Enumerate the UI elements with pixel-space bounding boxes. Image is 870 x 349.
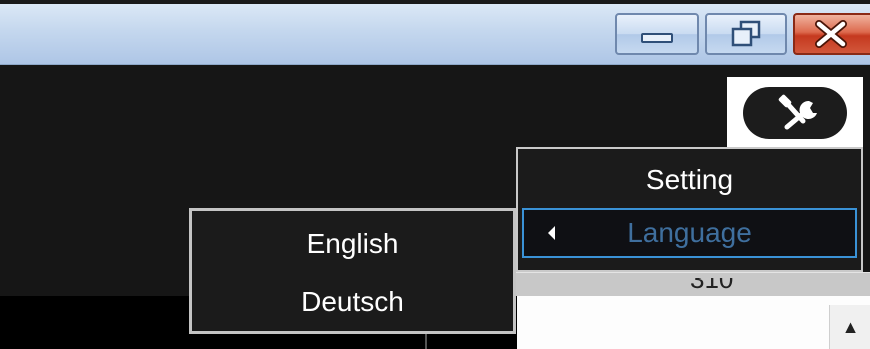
close-icon <box>815 20 847 48</box>
context-menu: Setting Language <box>516 147 863 272</box>
tools-button-area <box>727 77 863 150</box>
language-submenu: English Deutsch <box>189 208 516 334</box>
submenu-arrow-icon <box>548 226 555 240</box>
submenu-item-label: English <box>306 228 399 259</box>
close-button[interactable] <box>793 13 870 55</box>
scroll-up-button[interactable]: ▲ <box>829 305 870 349</box>
tools-button[interactable] <box>743 87 847 139</box>
submenu-item-deutsch[interactable]: Deutsch <box>192 277 513 327</box>
submenu-item-english[interactable]: English <box>192 219 513 269</box>
menu-item-label: Language <box>627 217 752 248</box>
restore-icon <box>731 20 761 47</box>
menu-item-language[interactable]: Language <box>522 208 857 258</box>
menu-item-setting[interactable]: Setting <box>522 155 857 205</box>
minimize-icon <box>641 33 673 43</box>
minimize-button[interactable] <box>615 13 699 55</box>
clipped-label: 310 <box>690 278 734 294</box>
submenu-item-label: Deutsch <box>301 286 404 317</box>
chevron-up-icon: ▲ <box>841 317 860 337</box>
restore-button[interactable] <box>705 13 787 55</box>
title-bar[interactable] <box>0 4 870 65</box>
menu-item-label: Setting <box>645 164 734 195</box>
tools-icon <box>778 94 817 130</box>
